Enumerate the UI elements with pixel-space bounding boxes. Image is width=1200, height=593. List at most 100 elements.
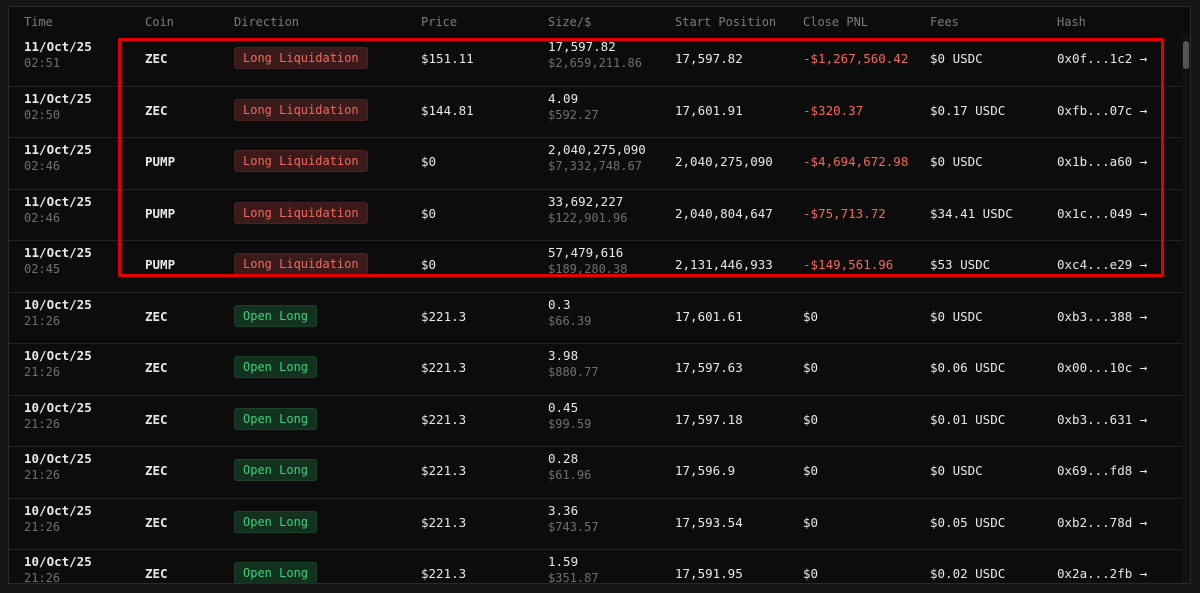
hash-link[interactable]: 0xc4...e29 → [1057, 257, 1147, 272]
price-value: $221.3 [421, 308, 467, 324]
size-usd-value: $592.27 [548, 107, 599, 122]
size-value: 33,692,227 [548, 193, 624, 209]
trade-date: 11/Oct/25 [24, 193, 92, 209]
close-pnl-value: $0 [803, 514, 819, 530]
table-row[interactable]: 10/Oct/25 21:26 ZEC Open Long $221.3 0.45 $99.… [9, 396, 1190, 447]
trade-time: 02:50 [24, 107, 61, 122]
close-pnl-value: $0 [803, 463, 819, 478]
coin-symbol[interactable]: PUMP [145, 257, 175, 272]
start-position-value: 17,601.91 [675, 102, 743, 118]
size-value: 0.3 [548, 296, 571, 312]
price-value: $151.11 [421, 51, 474, 66]
trade-date: 11/Oct/25 [24, 142, 92, 157]
price-value: $221.3 [421, 411, 467, 427]
trade-date: 10/Oct/25 [24, 348, 92, 363]
hash-link[interactable]: 0x69...fd8 → [1057, 463, 1147, 478]
trade-time: 21:26 [24, 571, 61, 584]
size-value: 0.28 [548, 451, 579, 466]
scrollbar-thumb[interactable] [1183, 41, 1189, 69]
fees-value: $0.06 USDC [930, 360, 1006, 375]
hash-link[interactable]: 0xb2...78d → [1057, 515, 1147, 530]
size-value: 3.36 [548, 502, 579, 518]
trade-time: 02:45 [24, 262, 61, 276]
table-row[interactable]: 10/Oct/25 21:26 ZEC Open Long $221.3 0.28 $61.… [9, 447, 1190, 499]
table-row[interactable]: 11/Oct/25 02:50 ZEC Long Liquidation $144.81… [9, 87, 1190, 138]
hash-link[interactable]: 0x1c...049 → [1057, 206, 1147, 221]
fees-value: $0 USDC [930, 51, 983, 66]
table-row[interactable]: 10/Oct/25 21:26 ZEC Open Long $221.3 3.98 $880… [9, 344, 1190, 396]
column-header-price[interactable]: Price [421, 15, 457, 29]
start-position-value: 17,596.9 [675, 463, 736, 478]
hash-link[interactable]: 0x0f...1c2 → [1057, 51, 1147, 66]
hash-link[interactable]: 0xfb...07c → [1057, 103, 1147, 118]
table-row[interactable]: 10/Oct/25 21:26 ZEC Open Long $221.3 1.59 $351… [9, 550, 1190, 584]
trade-time: 21:26 [24, 365, 61, 379]
hash-link[interactable]: 0xb3...631 → [1057, 412, 1147, 427]
close-pnl-value: -$1,267,560.42 [803, 51, 909, 66]
table-header: Time Coin Direction Price Size/$ Start P… [9, 7, 1190, 35]
scrollbar-track[interactable] [1182, 35, 1190, 583]
column-header-size[interactable]: Size/$ [548, 15, 591, 29]
trade-time: 02:51 [24, 56, 61, 70]
coin-symbol[interactable]: ZEC [145, 515, 168, 530]
start-position-value: 17,593.54 [675, 514, 743, 530]
fees-value: $0.17 USDC [930, 102, 1006, 118]
table-row[interactable]: 11/Oct/25 02:45 PUMP Long Liquidation $0 57,4… [9, 241, 1190, 293]
size-value: 17,597.82 [548, 39, 616, 54]
column-header-hash[interactable]: Hash [1057, 15, 1086, 29]
hash-link[interactable]: 0xb3...388 → [1057, 309, 1147, 324]
fees-value: $0.01 USDC [930, 411, 1006, 427]
size-usd-value: $351.87 [548, 571, 599, 584]
column-header-start-position[interactable]: Start Position [675, 15, 776, 29]
direction-badge: Long Liquidation [234, 253, 368, 275]
hash-link[interactable]: 0x2a...2fb → [1057, 566, 1147, 581]
start-position-value: 2,040,804,647 [675, 205, 773, 221]
table-row[interactable]: 11/Oct/25 02:51 ZEC Long Liquidation $151.11… [9, 35, 1190, 87]
fees-value: $0.05 USDC [930, 514, 1006, 530]
direction-badge: Open Long [234, 356, 318, 378]
hash-link[interactable]: 0x1b...a60 → [1057, 154, 1147, 169]
coin-symbol[interactable]: ZEC [145, 463, 168, 478]
column-header-time[interactable]: Time [24, 15, 53, 29]
trade-date: 10/Oct/25 [24, 502, 92, 518]
close-pnl-value: -$75,713.72 [803, 205, 886, 221]
direction-badge: Long Liquidation [234, 150, 368, 172]
direction-badge: Long Liquidation [234, 201, 368, 224]
size-usd-value: $122,901.96 [548, 210, 628, 225]
coin-symbol[interactable]: ZEC [145, 412, 168, 427]
coin-symbol[interactable]: PUMP [145, 154, 175, 169]
close-pnl-value: $0 [803, 360, 819, 375]
fees-value: $0 USDC [930, 308, 983, 324]
trade-time: 21:26 [24, 416, 61, 431]
trade-date: 10/Oct/25 [24, 399, 92, 415]
coin-symbol[interactable]: ZEC [145, 566, 168, 581]
coin-symbol[interactable]: ZEC [145, 360, 168, 375]
size-value: 57,479,616 [548, 245, 624, 260]
direction-badge: Long Liquidation [234, 47, 368, 69]
size-usd-value: $189,280.38 [548, 262, 628, 276]
fees-value: $53 USDC [930, 257, 991, 272]
column-header-direction[interactable]: Direction [234, 15, 299, 29]
trade-date: 11/Oct/25 [24, 90, 92, 106]
direction-badge: Open Long [234, 407, 318, 430]
column-header-close-pnl[interactable]: Close PNL [803, 15, 868, 29]
trade-time: 02:46 [24, 210, 61, 225]
close-pnl-value: $0 [803, 411, 819, 427]
trade-time: 21:26 [24, 519, 61, 534]
table-row[interactable]: 11/Oct/25 02:46 PUMP Long Liquidation $0 33,6… [9, 190, 1190, 241]
size-value: 3.98 [548, 348, 579, 363]
coin-symbol[interactable]: ZEC [145, 51, 168, 66]
coin-symbol[interactable]: PUMP [145, 206, 175, 221]
table-row[interactable]: 10/Oct/25 21:26 ZEC Open Long $221.3 0.3 $66.3… [9, 293, 1190, 344]
coin-symbol[interactable]: ZEC [145, 103, 168, 118]
table-row[interactable]: 11/Oct/25 02:46 PUMP Long Liquidation $0 2,04… [9, 138, 1190, 190]
column-header-fees[interactable]: Fees [930, 15, 959, 29]
trade-time: 02:46 [24, 159, 61, 173]
price-value: $221.3 [421, 463, 467, 478]
size-usd-value: $743.57 [548, 519, 599, 534]
coin-symbol[interactable]: ZEC [145, 309, 168, 324]
hash-link[interactable]: 0x00...10c → [1057, 360, 1147, 375]
table-row[interactable]: 10/Oct/25 21:26 ZEC Open Long $221.3 3.36 $743… [9, 499, 1190, 550]
column-header-coin[interactable]: Coin [145, 15, 174, 29]
price-value: $0 [421, 205, 437, 221]
